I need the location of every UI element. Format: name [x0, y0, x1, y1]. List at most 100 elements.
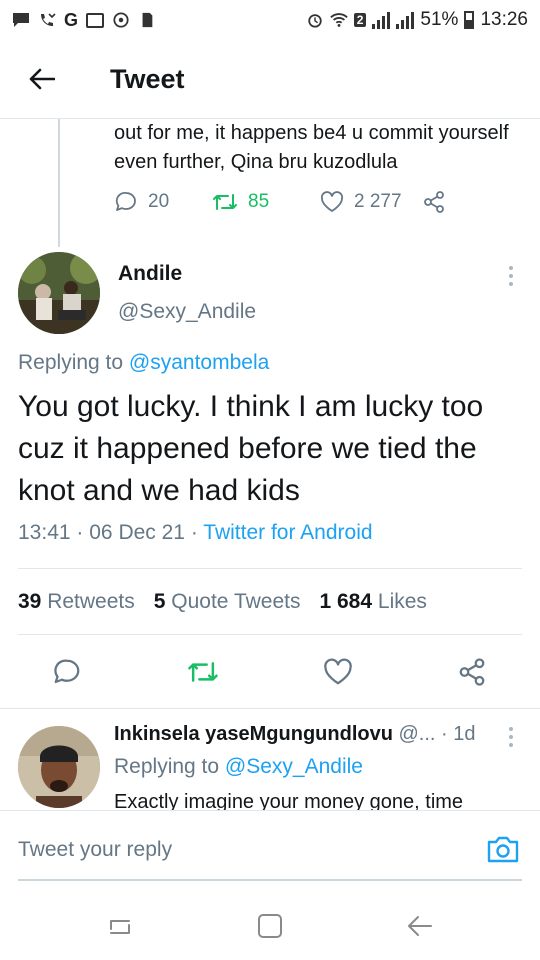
quote-tweets-stat[interactable]: 5 Quote Tweets	[154, 590, 301, 614]
chat-icon	[13, 13, 29, 27]
like-button[interactable]	[322, 656, 354, 688]
previous-tweet-actions: 20 85 2 277	[114, 190, 446, 214]
dot-icon	[509, 274, 513, 278]
stats-divider-bottom	[18, 634, 522, 635]
previous-reply-count: 20	[148, 191, 170, 212]
meta-separator: ·	[76, 521, 84, 544]
reply-section-divider	[0, 708, 540, 709]
previous-tweet-text[interactable]: out for me, it happens be4 u commit your…	[114, 119, 524, 177]
profile-photo	[18, 252, 100, 334]
reply-replying-to: Replying to @Sexy_Andile	[114, 755, 363, 779]
reply-icon	[54, 659, 80, 684]
recent-apps-button[interactable]	[102, 908, 138, 944]
avatar[interactable]	[18, 252, 100, 334]
tweet-source-link[interactable]: Twitter for Android	[203, 521, 372, 544]
google-icon: G	[64, 9, 79, 30]
meta-separator: ·	[190, 521, 198, 544]
share-icon	[459, 658, 485, 686]
battery-icon	[464, 11, 475, 29]
reply-header: Inkinsela yaseMgungundlovu @... · 1d	[114, 723, 476, 746]
page-title: Tweet	[110, 63, 185, 94]
top-app-bar: Tweet	[0, 40, 540, 118]
retweet-icon	[213, 194, 237, 210]
reply-age: 1d	[453, 723, 476, 745]
back-button[interactable]	[22, 59, 62, 99]
reply-author-name[interactable]: Inkinsela yaseMgungundlovu	[114, 723, 393, 745]
previous-like-button[interactable]: 2 277	[320, 191, 422, 213]
battery-percent: 51%	[420, 9, 459, 30]
share-button[interactable]	[456, 656, 488, 688]
retweet-button[interactable]	[187, 656, 219, 688]
camera-button[interactable]	[486, 832, 520, 866]
previous-retweet-count: 85	[248, 191, 270, 212]
composer-underline	[18, 879, 522, 881]
cast-icon	[113, 12, 129, 28]
dot-icon	[509, 743, 513, 747]
replying-to-label: Replying to	[18, 351, 124, 374]
reply-avatar[interactable]	[18, 726, 100, 808]
reply-tweet-text[interactable]: Exactly imagine your money gone, time	[114, 790, 524, 810]
thread-connector	[58, 119, 60, 247]
recent-apps-icon	[110, 920, 130, 934]
reply-icon	[115, 192, 136, 211]
retweet-icon	[188, 662, 218, 682]
author-name[interactable]: Andile	[118, 262, 182, 286]
likes-count: 1 684	[319, 590, 373, 613]
replying-to: Replying to @syantombela	[18, 351, 269, 375]
previous-like-count: 2 277	[354, 191, 402, 212]
likes-label: Likes	[377, 590, 427, 613]
composer-divider	[0, 810, 540, 811]
retweets-label: Retweets	[47, 590, 135, 613]
reply-more-options-button[interactable]	[508, 727, 514, 747]
reply-button[interactable]	[51, 656, 83, 688]
status-right-icons: 2 51% 13:26	[306, 9, 528, 31]
tweet-stats: 39 Retweets 5 Quote Tweets 1 684 Likes	[18, 590, 446, 614]
previous-retweet-button[interactable]: 85	[212, 191, 320, 213]
system-back-button[interactable]	[402, 908, 438, 944]
missed-call-icon	[41, 13, 56, 26]
alarm-icon	[308, 14, 322, 28]
stats-divider-top	[18, 568, 522, 569]
previous-share-button[interactable]	[422, 190, 446, 214]
meta-separator: ·	[441, 723, 448, 745]
sd-card-icon	[142, 12, 153, 28]
status-left-icons: G	[12, 10, 156, 31]
signal-2-icon	[396, 11, 415, 29]
gallery-icon	[86, 12, 105, 28]
reply-replying-to-handle-link[interactable]: @Sexy_Andile	[225, 755, 363, 778]
tweet-text: You got lucky. I think I am lucky too cu…	[18, 390, 484, 507]
tweet-action-bar	[0, 650, 540, 694]
home-icon	[258, 914, 282, 938]
replying-to-handle-link[interactable]: @syantombela	[129, 351, 269, 374]
author-handle[interactable]: @Sexy_Andile	[118, 300, 256, 324]
home-button[interactable]	[252, 908, 288, 944]
signal-icon	[372, 11, 391, 29]
back-icon	[408, 916, 432, 936]
tweet-meta: 13:41 · 06 Dec 21 · Twitter for Android	[18, 521, 373, 545]
reply-author-handle[interactable]: @...	[399, 723, 436, 745]
dot-icon	[509, 735, 513, 739]
heart-icon	[320, 191, 344, 212]
arrow-left-icon	[29, 68, 55, 90]
status-bar: G 2 51% 13:26	[0, 0, 540, 40]
dot-icon	[509, 282, 513, 286]
tweet-date: 06 Dec 21	[89, 521, 185, 544]
quote-tweets-count: 5	[153, 590, 166, 613]
reply-replying-to-label: Replying to	[114, 755, 220, 778]
reply-profile-photo	[18, 726, 100, 808]
wifi-icon	[330, 13, 348, 27]
heart-icon	[324, 658, 352, 685]
more-options-button[interactable]	[508, 266, 514, 286]
previous-reply-button[interactable]: 20	[114, 190, 212, 214]
quote-tweets-label: Quote Tweets	[171, 590, 301, 613]
retweets-stat[interactable]: 39 Retweets	[18, 590, 135, 614]
retweets-count: 39	[18, 590, 42, 613]
clock: 13:26	[480, 9, 528, 30]
share-icon	[424, 191, 444, 213]
tweet-reply-input[interactable]: Tweet your reply	[18, 838, 172, 862]
likes-stat[interactable]: 1 684 Likes	[319, 590, 426, 614]
dot-icon	[509, 266, 513, 270]
sim-badge: 2	[353, 13, 367, 27]
tweet-time: 13:41	[18, 521, 71, 544]
system-nav-bar	[0, 890, 540, 960]
